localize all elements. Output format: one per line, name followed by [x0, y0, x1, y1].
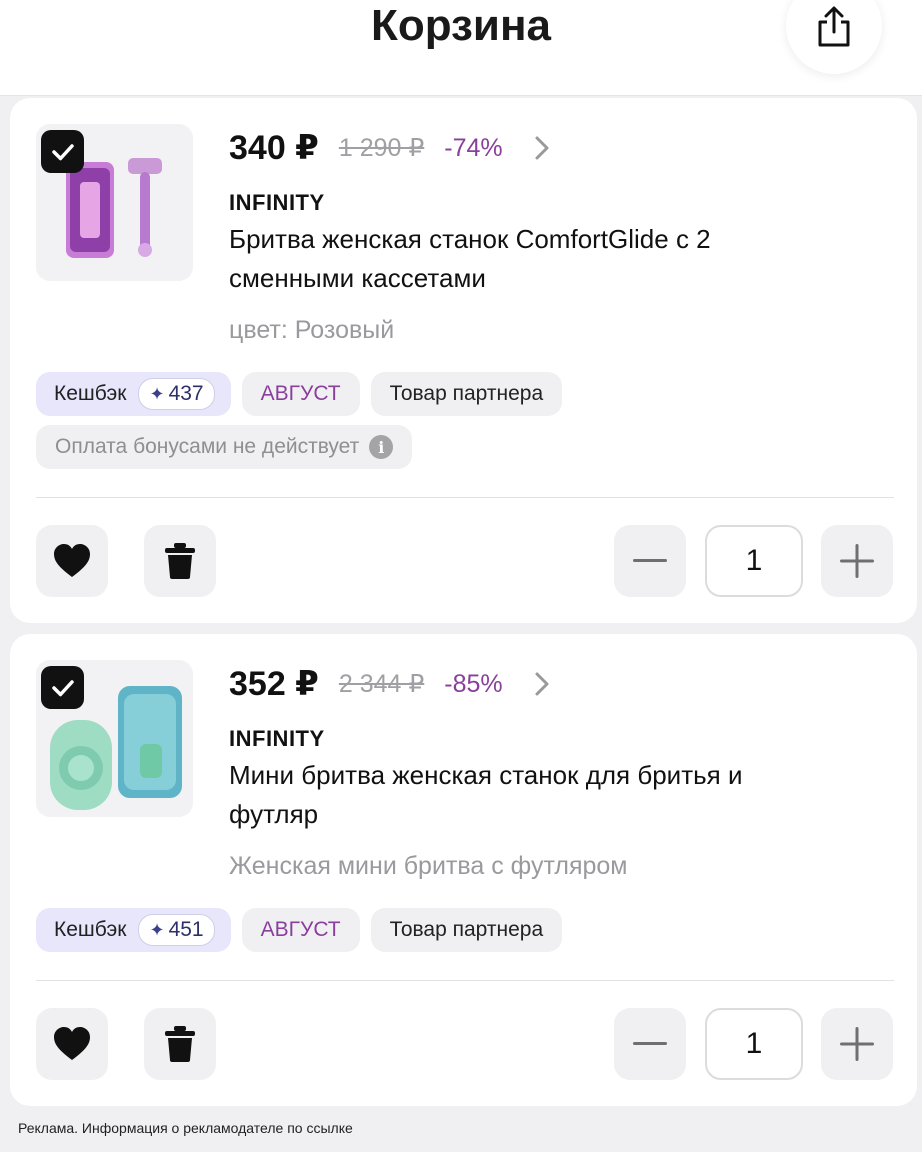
- delete-button[interactable]: [144, 525, 216, 597]
- divider: [36, 980, 894, 981]
- cashback-badge[interactable]: Кешбэк ✦ 437: [36, 372, 231, 416]
- increase-quantity-button[interactable]: [821, 525, 893, 597]
- partner-badge[interactable]: Товар партнера: [370, 372, 563, 416]
- share-icon: [818, 6, 850, 47]
- badge-row: Кешбэк ✦ 451 АВГУСТ Товар партнера: [36, 908, 563, 952]
- product-title[interactable]: Бритва женская станок ComfortGlide с 2 с…: [229, 220, 829, 298]
- bonus-row: Оплата бонусами не действует i: [36, 425, 413, 469]
- item-select-checkbox[interactable]: [41, 666, 84, 709]
- promo-badge[interactable]: АВГУСТ: [241, 908, 360, 952]
- current-price: 340 ₽: [229, 129, 319, 167]
- minus-icon: [633, 1042, 667, 1045]
- checkmark-icon: [51, 679, 74, 696]
- quantity-field[interactable]: 1: [705, 525, 803, 597]
- chevron-right-icon[interactable]: [533, 134, 551, 162]
- decrease-quantity-button[interactable]: [614, 525, 686, 597]
- decrease-quantity-button[interactable]: [614, 1008, 686, 1080]
- cashback-points: ✦ 451: [138, 914, 215, 946]
- minus-icon: [633, 559, 667, 562]
- ad-disclaimer-link[interactable]: Реклама. Информация о рекламодателе по с…: [18, 1120, 353, 1136]
- product-variant: Женская мини бритва с футляром: [229, 852, 628, 880]
- page-title: Корзина: [371, 1, 551, 50]
- cart-item-card: 340 ₽ 1 290 ₽ -74% INFINITY Бритва женск…: [10, 98, 917, 623]
- increase-quantity-button[interactable]: [821, 1008, 893, 1080]
- cashback-label: Кешбэк: [54, 918, 127, 941]
- share-button[interactable]: [786, 0, 882, 74]
- partner-badge[interactable]: Товар партнера: [370, 908, 563, 952]
- brand-name[interactable]: INFINITY: [229, 190, 325, 216]
- info-icon: i: [369, 435, 394, 459]
- badge-row: Кешбэк ✦ 437 АВГУСТ Товар партнера: [36, 372, 563, 416]
- promo-badge[interactable]: АВГУСТ: [241, 372, 360, 416]
- cashback-value: 437: [168, 382, 204, 405]
- heart-icon: [54, 1027, 90, 1060]
- product-variant: цвет: Розовый: [229, 316, 395, 344]
- cashback-label: Кешбэк: [54, 382, 127, 405]
- chevron-right-icon[interactable]: [533, 670, 551, 698]
- discount-percent: -74%: [444, 133, 503, 162]
- favorite-button[interactable]: [36, 1008, 108, 1080]
- plus-icon: [840, 1027, 874, 1061]
- cashback-badge[interactable]: Кешбэк ✦ 451: [36, 908, 231, 952]
- brand-name[interactable]: INFINITY: [229, 726, 325, 752]
- current-price: 352 ₽: [229, 665, 319, 703]
- checkmark-icon: [51, 143, 74, 160]
- product-title[interactable]: Мини бритва женская станок для бритья и …: [229, 756, 829, 834]
- sparkle-icon: ✦: [149, 383, 165, 404]
- trash-icon: [165, 543, 195, 579]
- plus-icon: [840, 544, 874, 578]
- heart-icon: [54, 544, 90, 577]
- old-price: 2 344 ₽: [338, 670, 425, 698]
- price-row[interactable]: 340 ₽ 1 290 ₽ -74%: [229, 128, 551, 168]
- quantity-field[interactable]: 1: [705, 1008, 803, 1080]
- old-price: 1 290 ₽: [338, 134, 425, 162]
- discount-percent: -85%: [444, 669, 503, 698]
- bonus-payment-note[interactable]: Оплата бонусами не действует i: [36, 425, 413, 469]
- sparkle-icon: ✦: [149, 919, 165, 940]
- delete-button[interactable]: [144, 1008, 216, 1080]
- cashback-value: 451: [168, 918, 204, 941]
- trash-icon: [165, 1026, 195, 1062]
- item-select-checkbox[interactable]: [41, 130, 84, 173]
- favorite-button[interactable]: [36, 525, 108, 597]
- cart-item-card: 352 ₽ 2 344 ₽ -85% INFINITY Мини бритва …: [10, 634, 917, 1106]
- cashback-points: ✦ 437: [138, 378, 215, 410]
- header: Корзина: [0, 0, 922, 96]
- divider: [36, 497, 894, 498]
- bonus-note-text: Оплата бонусами не действует: [55, 435, 360, 458]
- price-row[interactable]: 352 ₽ 2 344 ₽ -85%: [229, 664, 551, 704]
